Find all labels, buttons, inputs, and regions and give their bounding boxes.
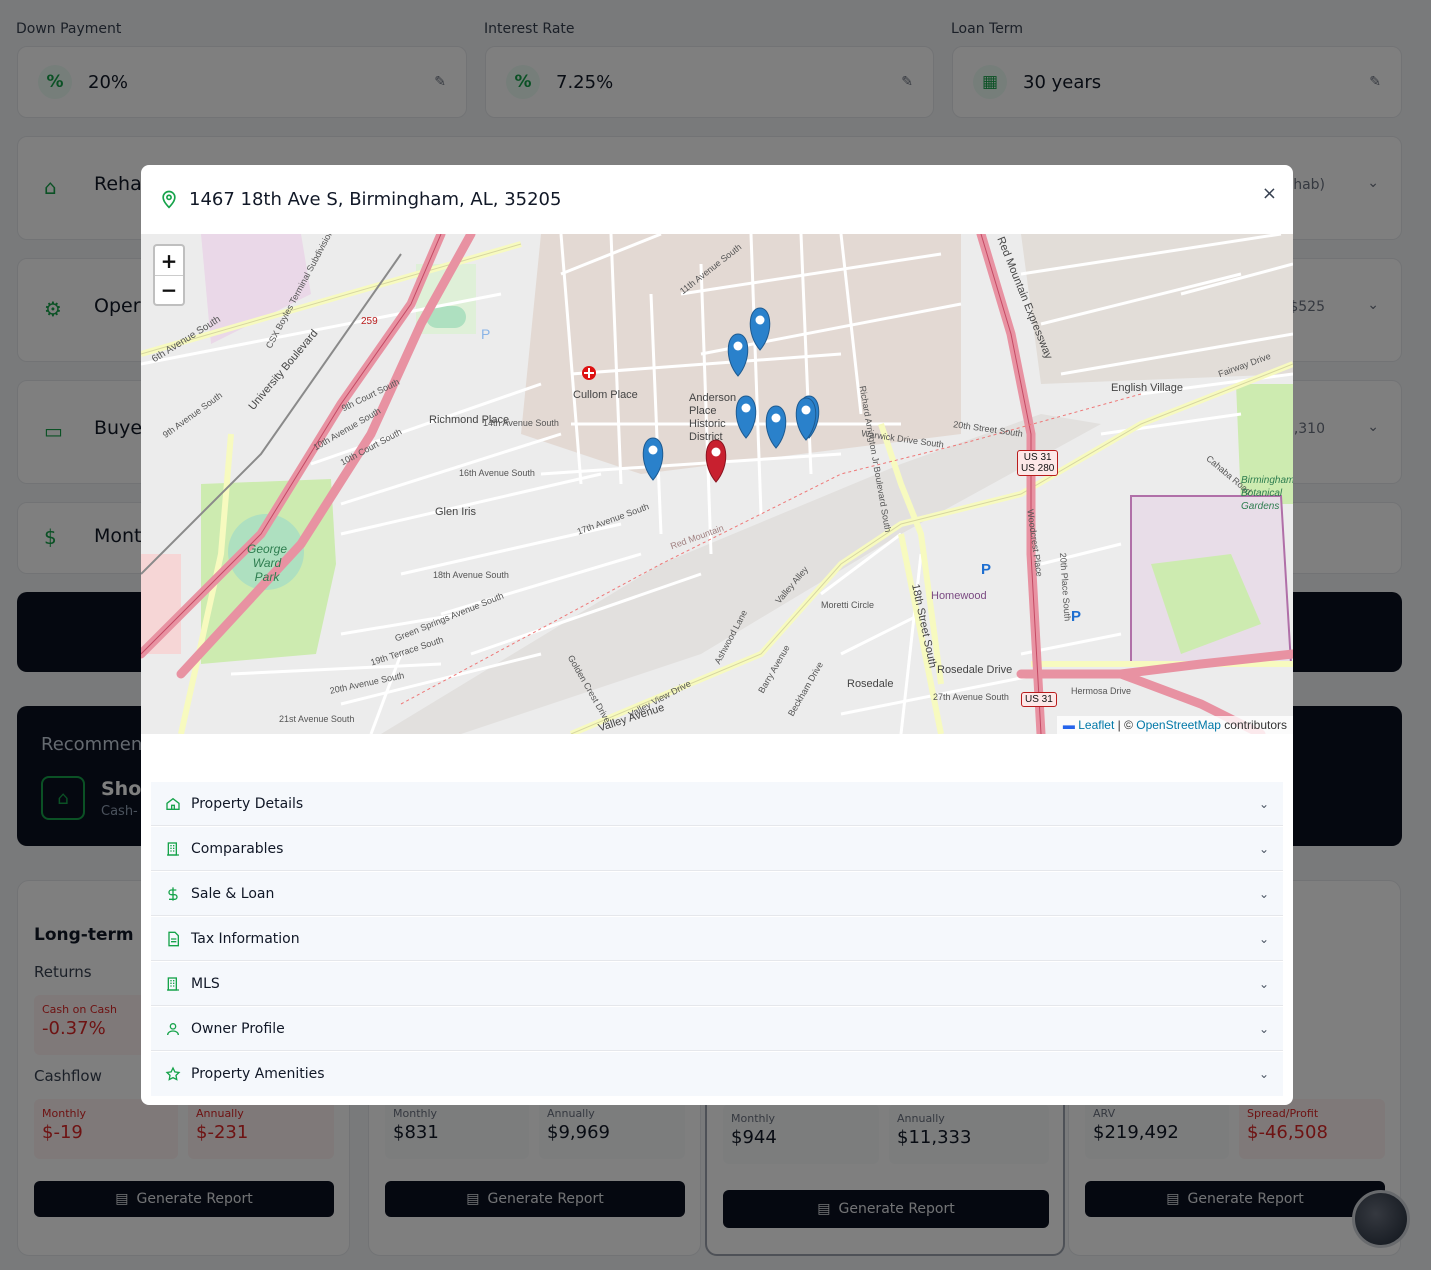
zoom-control: + − — [153, 244, 185, 306]
attribution-separator: | © — [1114, 718, 1137, 732]
property-address: 1467 18th Ave S, Birmingham, AL, 35205 — [189, 188, 562, 210]
map-label: English Village — [1111, 382, 1183, 394]
map-label: Hermosa Drive — [1071, 686, 1132, 696]
section-comparables[interactable]: Comparables ⌄ — [151, 827, 1283, 871]
map-label: Moretti Circle — [821, 600, 875, 610]
route-shield: US 31 — [1021, 692, 1057, 707]
property-map[interactable]: P P P 6th Avenue South University Boulev… — [141, 234, 1293, 734]
zoom-out-button[interactable]: − — [155, 275, 183, 304]
chevron-down-icon: ⌄ — [1258, 796, 1269, 811]
building-icon — [167, 841, 179, 856]
svg-text:P: P — [481, 326, 490, 342]
attribution-tail: contributors — [1220, 718, 1287, 732]
svg-text:P: P — [1071, 608, 1081, 625]
map-label: 21st Avenue South — [279, 714, 355, 724]
section-label: MLS — [191, 975, 220, 992]
map-label: George Ward Park — [246, 542, 288, 584]
section-tax-information[interactable]: Tax Information ⌄ — [151, 917, 1283, 961]
property-modal: 1467 18th Ave S, Birmingham, AL, 35205 × — [141, 165, 1293, 1105]
section-sale-loan[interactable]: Sale & Loan ⌄ — [151, 872, 1283, 916]
section-label: Property Details — [191, 795, 304, 812]
section-mls[interactable]: MLS ⌄ — [151, 962, 1283, 1006]
leaflet-link[interactable]: Leaflet — [1078, 718, 1114, 732]
section-label: Comparables — [191, 840, 284, 857]
chevron-down-icon: ⌄ — [1258, 931, 1269, 946]
map-label: 16th Avenue South — [459, 468, 535, 478]
section-label: Property Amenities — [191, 1066, 325, 1082]
map-label: 18th Avenue South — [433, 570, 509, 580]
chevron-down-icon: ⌄ — [1258, 1067, 1269, 1081]
map-pin-icon — [162, 190, 176, 209]
map-label: 27th Avenue South — [933, 692, 1009, 702]
chevron-down-icon: ⌄ — [1258, 1021, 1269, 1036]
map-label: 259 — [361, 316, 378, 327]
route-shield: US 31 US 280 — [1017, 450, 1059, 476]
section-label: Owner Profile — [191, 1020, 285, 1037]
dollar-icon — [168, 886, 178, 901]
section-label: Sale & Loan — [191, 885, 275, 902]
building-icon — [167, 976, 179, 991]
section-label: Tax Information — [191, 930, 300, 947]
zoom-in-button[interactable]: + — [155, 246, 183, 275]
map-label: Birmingham Botanical Gardens — [1241, 475, 1293, 512]
star-icon — [165, 1066, 181, 1081]
close-icon[interactable]: × — [1262, 183, 1277, 204]
svg-text:P: P — [981, 561, 991, 578]
osm-link[interactable]: OpenStreetMap — [1136, 718, 1221, 732]
user-icon — [167, 1022, 179, 1035]
chevron-down-icon: ⌄ — [1258, 886, 1269, 901]
modal-header: 1467 18th Ave S, Birmingham, AL, 35205 × — [141, 165, 1293, 233]
map-label: Homewood — [931, 590, 987, 602]
map-attribution: ▬ Leaflet | © OpenStreetMap contributors — [1056, 716, 1293, 734]
chevron-down-icon: ⌄ — [1258, 976, 1269, 991]
map-label: Cullom Place — [573, 389, 638, 401]
document-icon — [168, 931, 179, 946]
map-label: Glen Iris — [435, 506, 476, 518]
map-label: Rosedale Drive — [937, 664, 1013, 676]
home-icon — [166, 797, 180, 810]
chevron-down-icon: ⌄ — [1258, 841, 1269, 856]
map-label: Rosedale — [847, 678, 894, 690]
section-owner-profile[interactable]: Owner Profile ⌄ — [151, 1007, 1283, 1051]
map-label: 14th Avenue South — [483, 418, 559, 428]
map-label: Anderson Place Historic District — [689, 392, 737, 443]
ukraine-flag-icon: ▬ — [1062, 718, 1075, 732]
section-property-details[interactable]: Property Details ⌄ — [151, 782, 1283, 826]
section-property-amenities[interactable]: Property Amenities ⌄ — [151, 1052, 1283, 1096]
